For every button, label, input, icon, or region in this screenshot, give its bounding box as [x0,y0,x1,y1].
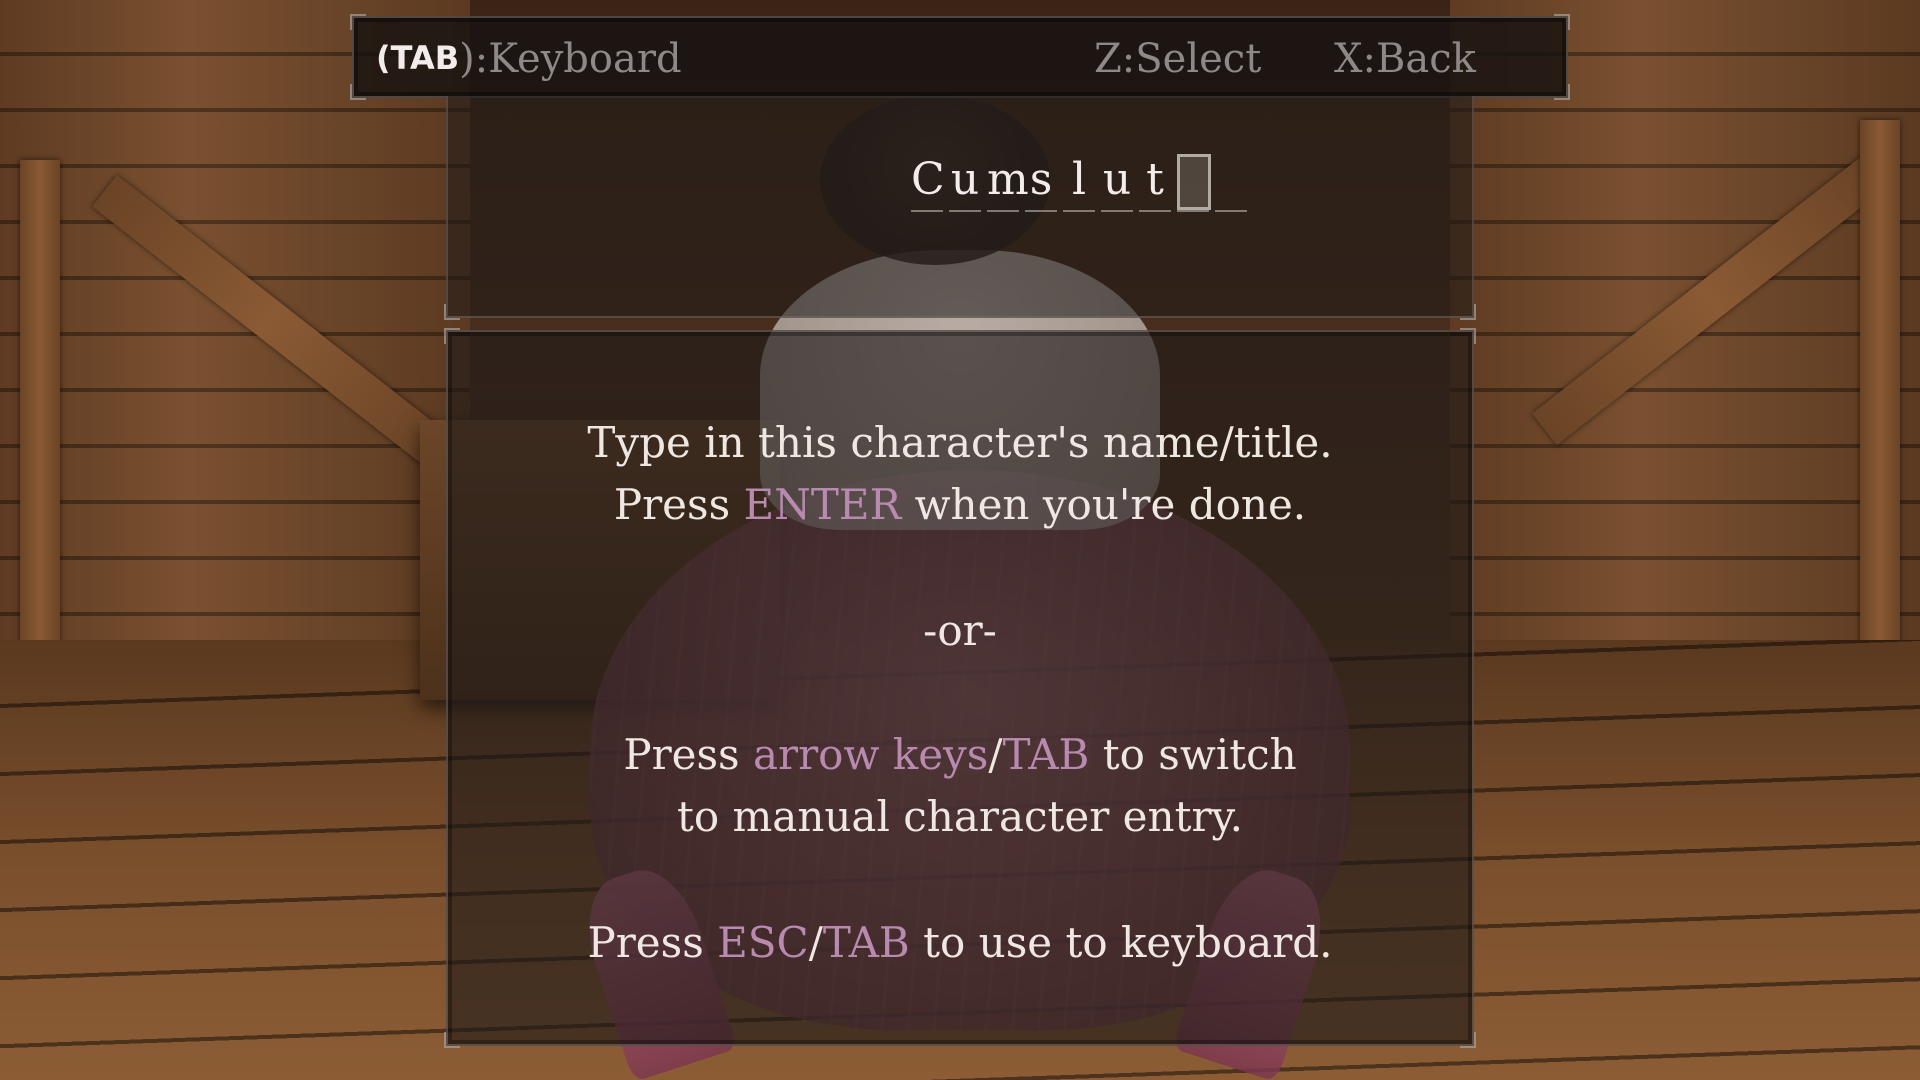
name-char-slot[interactable] [1215,152,1247,212]
tab-key-label: TAB [1002,730,1090,779]
name-char-slot[interactable]: C [911,152,945,212]
instruction-text: / [988,730,1003,779]
instruction-text: Press [613,480,744,529]
frame-corner [1554,84,1570,100]
instruction-text: / [808,918,823,967]
instruction-line: Press arrow keys/TAB to switch [448,724,1472,786]
instruction-text: Press [623,730,753,779]
frame-corner [1460,1032,1476,1048]
instruction-line: Type in this character's name/title. [587,418,1333,467]
tab-key-label: TAB [822,918,910,967]
name-char-slot[interactable]: m [987,152,1029,212]
instruction-text: when you're done. [901,480,1307,529]
or-separator: -or- [923,606,997,655]
frame-corner [1554,14,1570,30]
name-char-slot[interactable]: u [1101,152,1133,212]
instruction-line: to manual character entry. [676,792,1244,841]
frame-corner [1460,304,1476,320]
name-char-slot[interactable]: l [1063,152,1095,212]
frame-corner [444,328,460,344]
frame-corner [444,304,460,320]
controls-hint-bar: (TAB):Keyboard Z:Select X:Back [350,14,1570,100]
back-hint[interactable]: X:Back [1334,36,1476,82]
instruction-text: to switch [1089,730,1297,779]
enter-key-label: ENTER [743,480,902,529]
frame-corner [444,1032,460,1048]
frame-corner [350,14,366,30]
name-entry-ui: (TAB):Keyboard Z:Select X:Back C u m s l… [0,0,1920,1080]
select-hint[interactable]: Z:Select [1094,36,1261,82]
instructions-panel: Type in this character's name/title. Pre… [444,328,1476,1048]
frame-corner [1460,328,1476,344]
tab-key-label: (TAB [376,39,460,77]
frame-corner [350,84,366,100]
keyboard-hint[interactable]: (TAB):Keyboard [376,36,682,82]
arrow-keys-label: arrow keys [752,730,989,779]
instruction-line: Press ESC/TAB to use to keyboard. [448,912,1472,974]
name-char-slot[interactable]: t [1139,152,1171,212]
instruction-text: Press [587,918,718,967]
instruction-text: to use to keyboard. [909,918,1333,967]
keyboard-hint-label: ):Keyboard [459,36,682,82]
name-char-slot[interactable]: s [1025,152,1057,212]
text-cursor[interactable] [1177,152,1211,212]
esc-key-label: ESC [717,918,809,967]
name-char-slot[interactable]: u [949,152,981,212]
name-input[interactable]: C u m s l u t [911,148,1247,212]
instruction-line: Press ENTER when you're done. [448,474,1472,536]
